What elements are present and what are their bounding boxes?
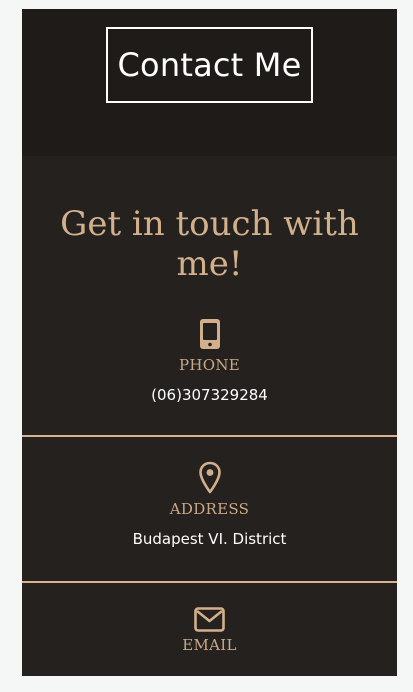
envelope-icon [194, 607, 225, 632]
contact-section: Get in touch with me! PHONE (06)30732928… [22, 156, 397, 676]
contact-item-email: EMAIL [22, 607, 397, 654]
page-header: Contact Me [22, 9, 397, 156]
phone-value[interactable]: (06)307329284 [22, 386, 397, 404]
divider [22, 435, 397, 437]
map-pin-icon [198, 461, 221, 494]
contact-item-address: ADDRESS Budapest VI. District [22, 461, 397, 548]
phone-label: PHONE [178, 356, 241, 374]
divider [22, 581, 397, 583]
page-title: Contact Me [106, 27, 313, 103]
address-label: ADDRESS [169, 500, 250, 518]
email-label: EMAIL [182, 636, 237, 654]
address-value: Budapest VI. District [132, 530, 287, 548]
contact-item-phone: PHONE (06)307329284 [22, 318, 397, 404]
contact-page: Contact Me Get in touch with me! PHONE (… [22, 9, 397, 676]
mobile-phone-icon [199, 319, 220, 349]
contact-headline: Get in touch with me! [60, 204, 359, 284]
